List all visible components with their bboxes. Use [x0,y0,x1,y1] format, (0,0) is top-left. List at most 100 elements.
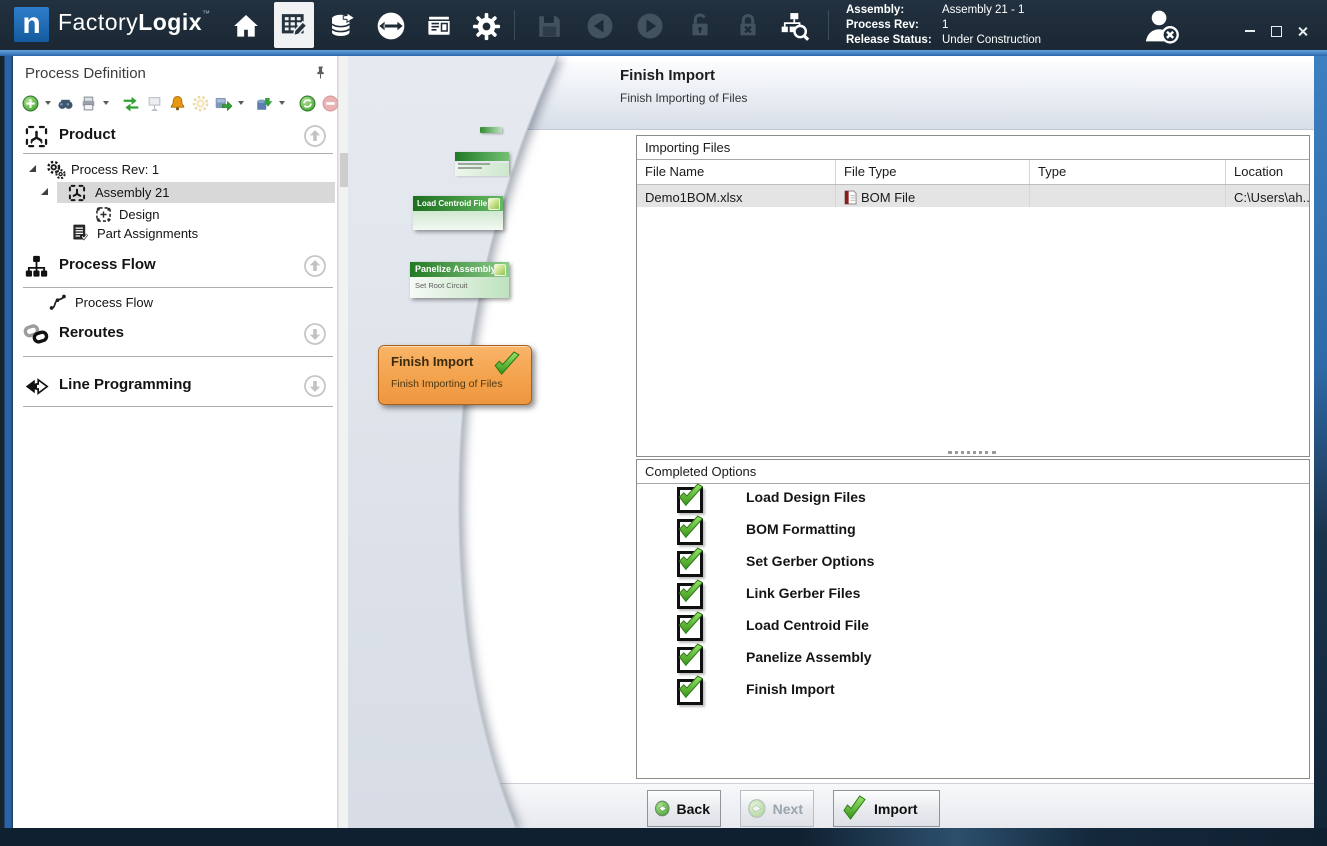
transfer-icon[interactable] [375,10,407,42]
sidebar-section-reroutes[interactable]: Reroutes [13,320,337,350]
export-dropdown-caret[interactable] [238,101,244,105]
expander-icon[interactable] [29,165,36,172]
assembly-label: Assembly: [846,3,938,18]
bell-icon[interactable] [168,94,186,112]
flow-node-load-centroid-file[interactable]: Load Centroid File [413,196,503,230]
section-label: Line Programming [59,376,192,393]
flow-node-mini-2[interactable] [455,152,509,174]
group-splitter-handle[interactable] [948,451,996,458]
checked-checkbox-icon [677,647,703,673]
gear-disabled-icon[interactable] [191,94,209,112]
brand-text: FactoryLogix™ [58,9,211,36]
sidebar-section-process-flow[interactable]: Process Flow [13,252,337,282]
column-header-file-name[interactable]: File Name [637,160,836,184]
undo-icon[interactable] [584,10,616,42]
sidebar-section-line-programming[interactable]: Line Programming [13,372,337,402]
find-icon[interactable] [56,94,74,112]
node-status-icon [494,264,506,276]
add-dropdown-caret[interactable] [45,101,51,105]
user-logout-icon[interactable] [1138,6,1186,46]
maximize-button[interactable] [1268,24,1284,38]
unlock-icon[interactable] [684,10,716,42]
node-check-icon [491,351,523,379]
home-icon[interactable] [230,10,262,42]
panel-title: Process Definition [25,65,146,82]
collapse-up-icon[interactable] [303,124,327,153]
collapse-down-icon[interactable] [303,374,327,403]
checked-checkbox-icon [677,551,703,577]
process-flow-icon [23,253,50,285]
save-icon[interactable] [533,10,565,42]
redo-icon[interactable] [634,10,666,42]
collapse-down-icon[interactable] [303,322,327,351]
flow-node-panelize-assembly[interactable]: Panelize Assembly Set Root Circuit [410,262,509,298]
sidebar-section-product[interactable]: Product [13,122,337,152]
print-dropdown-caret[interactable] [103,101,109,105]
import-check-icon [840,795,868,823]
tree-item-process-flow[interactable]: Process Flow [13,293,337,313]
next-button[interactable]: Next [740,790,814,827]
wizard-subtitle: Finish Importing of Files [620,91,747,105]
next-arrow-icon [747,795,767,822]
settings-gear-icon[interactable] [470,10,502,42]
completed-options-group: Completed Options Load Design Files BOM … [636,459,1310,779]
gears-icon [45,159,67,184]
add-icon[interactable] [21,94,39,112]
expander-icon[interactable] [41,188,48,195]
sync-icon[interactable] [122,94,140,112]
data-management-icon[interactable] [326,10,358,42]
import-button[interactable]: Import [833,790,940,827]
scrollbar-thumb[interactable] [340,153,348,187]
section-label: Reroutes [59,324,124,341]
divider [23,153,333,154]
panel-toolbar [21,92,362,114]
import-icon[interactable] [255,94,273,112]
assembly-value: Assembly 21 - 1 [942,3,1041,18]
process-rev-value: 1 [942,18,1041,33]
document-icon [69,222,90,246]
flow-node-finish-import[interactable]: Finish Import Finish Importing of Files [378,345,532,405]
checked-checkbox-icon [677,615,703,641]
tree-item-design[interactable]: Design [13,205,337,225]
section-label: Product [59,126,116,143]
release-status-value: Under Construction [942,33,1041,48]
collapse-up-icon[interactable] [303,254,327,283]
window-statusbar [0,828,1327,846]
table-row[interactable]: Demo1BOM.xlsx BOM File C:\Users\ah... [637,185,1309,207]
checked-checkbox-icon [677,487,703,513]
divider [23,356,333,357]
minimize-button[interactable] [1242,24,1258,38]
toolbar-separator [514,10,515,40]
column-header-type[interactable]: Type [1030,160,1226,184]
column-header-location[interactable]: Location [1226,160,1309,184]
cell-file-name: Demo1BOM.xlsx [637,185,836,207]
refresh-icon[interactable] [298,94,316,112]
pin-icon[interactable] [314,65,327,85]
remove-disabled-icon[interactable] [321,94,339,112]
print-icon[interactable] [79,94,97,112]
presentation-icon[interactable] [145,94,163,112]
find-process-icon[interactable] [778,10,810,42]
tree-item-part-assignments[interactable]: Part Assignments [13,224,337,244]
cell-type [1030,185,1226,207]
column-header-file-type[interactable]: File Type [836,160,1030,184]
flow-node-mini-1[interactable] [480,127,502,133]
checked-checkbox-icon [677,679,703,705]
window-border-left [0,56,13,828]
process-definition-tab-icon[interactable] [274,2,314,48]
lock-close-icon[interactable] [732,10,764,42]
back-arrow-icon [654,795,671,822]
cell-file-type: BOM File [836,185,1030,207]
back-button[interactable]: Back [647,790,721,827]
close-button[interactable] [1294,24,1310,38]
node-status-icon [488,198,500,210]
import-dropdown-caret[interactable] [279,101,285,105]
tree-item-assembly[interactable]: Assembly 21 [13,183,337,203]
reports-icon[interactable] [423,10,455,42]
assembly-info: Assembly: Assembly 21 - 1 Process Rev: 1… [846,3,1041,48]
app-logo-icon: n [14,7,49,42]
process-rev-label: Process Rev: [846,18,938,33]
export-icon[interactable] [214,94,232,112]
tree-item-process-rev[interactable]: Process Rev: 1 [13,160,337,180]
process-definition-panel: Process Definition [13,56,338,828]
